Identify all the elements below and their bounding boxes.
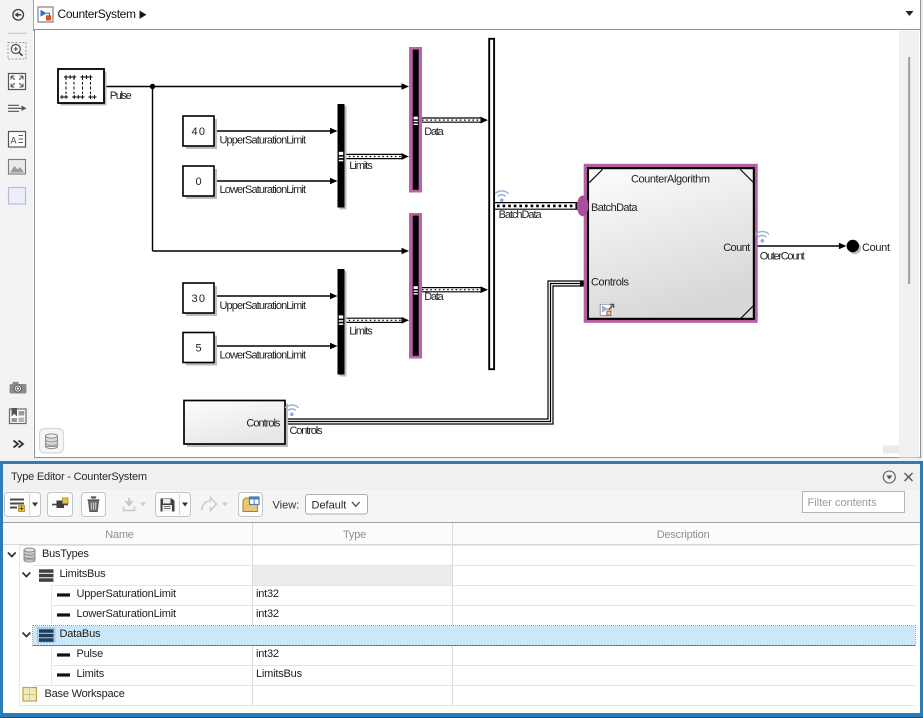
svg-text:View:: View: [272,500,299,512]
svg-text:UpperSaturationLimit: UpperSaturationLimit [220,300,307,312]
svg-text:Count: Count [862,242,890,254]
svg-text:5: 5 [195,343,201,355]
svg-text:A: A [11,136,17,146]
svg-text:Controls: Controls [290,425,324,437]
svg-text:Count: Count [723,242,750,254]
svg-text:CounterAlgorithm: CounterAlgorithm [631,173,710,185]
svg-text:Filter contents: Filter contents [807,497,877,509]
svg-text:Limits: Limits [349,325,373,337]
svg-text:30: 30 [192,293,206,305]
svg-text:LowerSaturationLimit: LowerSaturationLimit [220,350,307,362]
svg-text:0: 0 [195,176,201,188]
svg-text:Controls: Controls [246,418,281,430]
svg-text:BatchData: BatchData [499,209,543,221]
svg-text:OuterCount: OuterCount [760,250,805,262]
svg-text:Limits: Limits [349,160,373,172]
svg-text:LowerSaturationLimit: LowerSaturationLimit [220,184,307,196]
svg-text:Controls: Controls [591,276,630,288]
svg-text:UpperSaturationLimit: UpperSaturationLimit [220,134,307,146]
svg-text:Default: Default [311,500,346,512]
svg-text:Pulse: Pulse [110,90,132,102]
svg-text:BatchData: BatchData [591,202,638,214]
svg-text:Data: Data [424,291,444,303]
svg-text:Data: Data [424,126,444,138]
svg-text:40: 40 [192,126,206,138]
